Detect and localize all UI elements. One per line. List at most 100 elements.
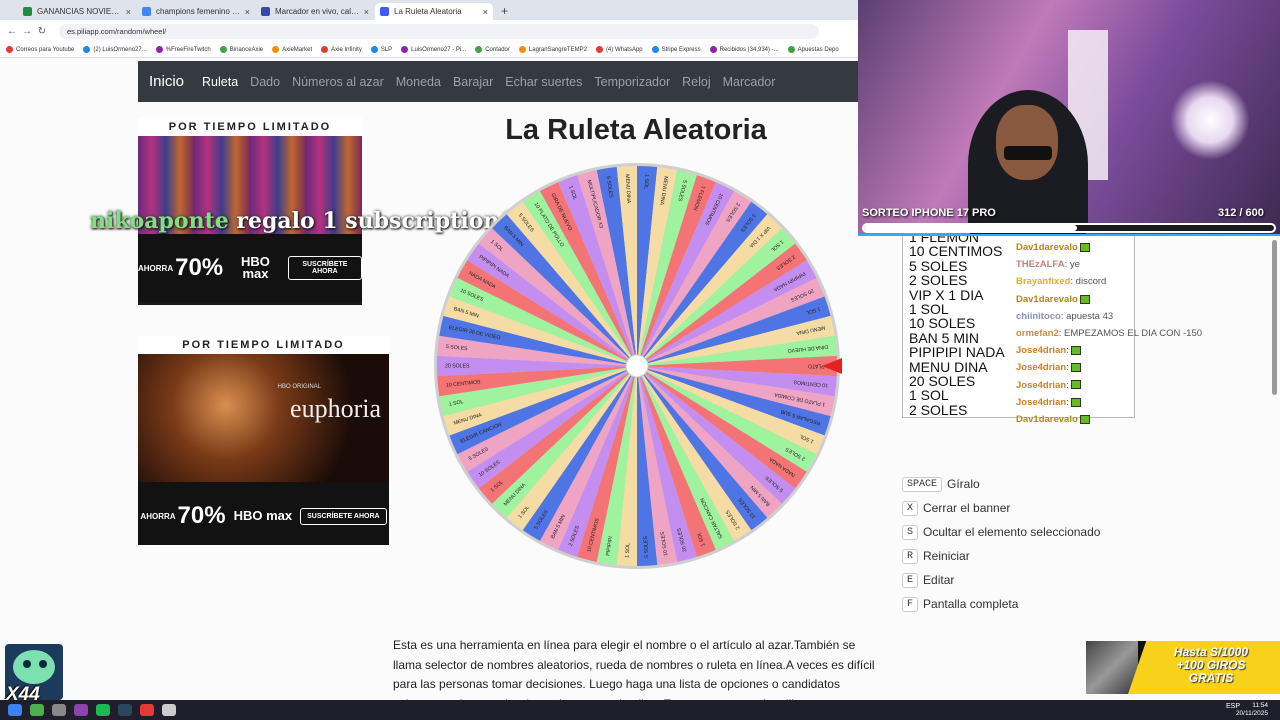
promo-line3: GRATIS bbox=[1188, 671, 1234, 685]
media-icon[interactable] bbox=[140, 704, 154, 716]
obs-icon[interactable] bbox=[74, 704, 88, 716]
chat-message: Dav1darevalo bbox=[1016, 411, 1280, 428]
nav-link[interactable]: Ruleta bbox=[202, 75, 238, 89]
close-icon[interactable]: × bbox=[364, 7, 369, 17]
ad-banner-euphoria[interactable]: POR TIEMPO LIMITADO HBO ORIGINAL euphori… bbox=[138, 336, 389, 545]
nav-link[interactable]: Marcador bbox=[723, 75, 776, 89]
shortcut-key[interactable]: E bbox=[902, 572, 919, 588]
bookmark-item[interactable]: %FreeFireTwitch bbox=[155, 46, 211, 53]
reload-icon[interactable]: ↻ bbox=[36, 26, 48, 37]
bookmark-item[interactable]: BinanceAxie bbox=[219, 46, 263, 53]
bookmark-item[interactable]: SLP bbox=[370, 46, 393, 53]
bookmark-favicon-icon bbox=[709, 46, 717, 53]
shortcut-label: Gíralo bbox=[947, 477, 980, 491]
shortcut-label: Cerrar el banner bbox=[923, 501, 1011, 515]
close-icon[interactable]: × bbox=[126, 7, 131, 17]
bookmark-favicon-icon bbox=[651, 46, 659, 53]
shortcut-key[interactable]: R bbox=[902, 548, 919, 564]
shortcut-key[interactable]: F bbox=[902, 596, 919, 612]
shortcut-key[interactable]: S bbox=[902, 524, 919, 540]
nav-link[interactable]: Dado bbox=[250, 75, 280, 89]
chat-username: Dav1darevalo bbox=[1016, 242, 1078, 253]
clock[interactable]: 11:54 20/11/2025 bbox=[1236, 702, 1268, 718]
page-scrollbar[interactable] bbox=[1272, 240, 1277, 395]
giveaway-label: SORTEO IPHONE 17 PRO bbox=[862, 207, 996, 219]
bookmark-item[interactable]: Recibidos (34,934) -... bbox=[709, 46, 779, 53]
chat-text: : bbox=[1066, 396, 1069, 408]
shortcut-row: E Editar bbox=[902, 568, 1100, 592]
bookmark-item[interactable]: Correos para Youtube bbox=[6, 46, 74, 53]
clock-time: 11:54 bbox=[1252, 702, 1268, 709]
tab-favicon-icon bbox=[23, 7, 32, 16]
bookmark-label: Contador bbox=[485, 46, 510, 53]
nav-link[interactable]: Echar suertes bbox=[505, 75, 582, 89]
bookmark-item[interactable]: AxieMarket bbox=[272, 46, 312, 53]
back-icon[interactable]: ← bbox=[6, 26, 18, 37]
forward-icon[interactable]: → bbox=[21, 26, 33, 37]
nav-link[interactable]: Barajar bbox=[453, 75, 493, 89]
steam-icon[interactable] bbox=[118, 704, 132, 716]
chrome-icon[interactable] bbox=[30, 704, 44, 716]
bookmark-label: (2) LuisOrmeno27... bbox=[93, 46, 147, 53]
chat-text: : bbox=[1066, 379, 1069, 391]
nav-link[interactable]: Números al azar bbox=[292, 75, 384, 89]
browser-tab[interactable]: GANANCIAS NOVIEMBRE - Ho × bbox=[18, 3, 136, 20]
ad-cta-button[interactable]: SUSCRÍBETE AHORA bbox=[300, 507, 387, 525]
chat-text: : apuesta 43 bbox=[1060, 310, 1114, 322]
close-icon[interactable]: × bbox=[483, 7, 488, 17]
browser-tab[interactable]: Marcador en vivo, calendario y × bbox=[256, 3, 374, 20]
chat-message: Dav1darevalo bbox=[1016, 239, 1280, 256]
bookmark-item[interactable]: Stripe Express bbox=[651, 46, 701, 53]
brand-link[interactable]: Inicio bbox=[149, 73, 184, 90]
chat-username: Jose4drian bbox=[1016, 362, 1067, 374]
bookmark-label: Correos para Youtube bbox=[16, 46, 75, 53]
prize-wheel[interactable]: 1 SOL MENU DINA 5 SOLES 1 FLEMON10 CENTIMOS… bbox=[432, 161, 842, 571]
bookmark-item[interactable]: LuisOrmeno27 - Pi... bbox=[401, 46, 466, 53]
bookmark-label: SLP bbox=[380, 46, 393, 53]
shortcut-key[interactable]: X bbox=[902, 500, 919, 516]
bookmark-item[interactable]: Axie Infinity bbox=[321, 46, 362, 53]
shortcut-row: X Cerrar el banner bbox=[902, 496, 1100, 520]
tab-title: champions femenino - Buscar c bbox=[156, 7, 241, 16]
ad-percent: 70% bbox=[177, 502, 226, 529]
app-icon[interactable] bbox=[52, 704, 66, 716]
chat-message: chiinitoco: apuesta 43 bbox=[1016, 308, 1280, 325]
chat-text: : discord bbox=[1070, 276, 1107, 288]
wheel-hub[interactable] bbox=[625, 354, 649, 378]
bookmark-label: (4) WhatsApp bbox=[605, 46, 643, 53]
sunglasses-graphic bbox=[1004, 146, 1052, 160]
shortcut-label: Editar bbox=[923, 573, 955, 587]
wheel-segment-label: 1 SOL bbox=[643, 174, 650, 189]
nav-link[interactable]: Reloj bbox=[682, 75, 711, 89]
bookmark-label: Axie Infinity bbox=[331, 46, 362, 53]
bookmark-item[interactable]: (4) WhatsApp bbox=[595, 46, 643, 53]
spotify-icon[interactable] bbox=[96, 704, 110, 716]
close-icon[interactable]: × bbox=[245, 7, 250, 17]
wheel-segment-label: 1 SOL bbox=[625, 543, 632, 558]
discord-icon[interactable] bbox=[162, 704, 176, 716]
shortcut-row: S Ocultar el elemento seleccionado bbox=[902, 520, 1100, 544]
emote-icon bbox=[1080, 294, 1091, 304]
bookmark-item[interactable]: (2) LuisOrmeno27... bbox=[83, 46, 147, 53]
bookmark-favicon-icon bbox=[155, 46, 163, 53]
shortcut-key[interactable]: SPACE bbox=[902, 476, 943, 492]
nav-link[interactable]: Temporizador bbox=[594, 75, 670, 89]
chat-username: Brayanfixed bbox=[1016, 276, 1071, 288]
shortcut-label: Reiniciar bbox=[923, 549, 970, 563]
chat-username: Jose4drian bbox=[1016, 396, 1067, 408]
bookmark-item[interactable]: LagranSangreTEMP2 bbox=[518, 46, 587, 53]
clock-date: 20/11/2025 bbox=[1235, 710, 1268, 717]
wheel-segment-label: 5 SOLES bbox=[643, 535, 650, 557]
start-icon[interactable] bbox=[8, 704, 22, 716]
browser-tab[interactable]: champions femenino - Buscar c × bbox=[137, 3, 255, 20]
bookmark-item[interactable]: Apuestas Depo bbox=[787, 46, 839, 53]
browser-tab[interactable]: La Ruleta Aleatoria × bbox=[375, 3, 493, 20]
ad-cta-button[interactable]: SUSCRÍBETE AHORA bbox=[287, 256, 362, 280]
bookmark-item[interactable]: Contador bbox=[475, 46, 510, 53]
new-tab-button[interactable]: + bbox=[494, 3, 515, 20]
nav-link[interactable]: Moneda bbox=[396, 75, 441, 89]
mascot-face bbox=[13, 650, 55, 684]
url-field[interactable]: es.piliapp.com/random/wheel/ bbox=[59, 23, 819, 39]
emote-icon bbox=[1080, 414, 1091, 424]
wheel-segment-label: 20 SOLES bbox=[445, 363, 470, 369]
